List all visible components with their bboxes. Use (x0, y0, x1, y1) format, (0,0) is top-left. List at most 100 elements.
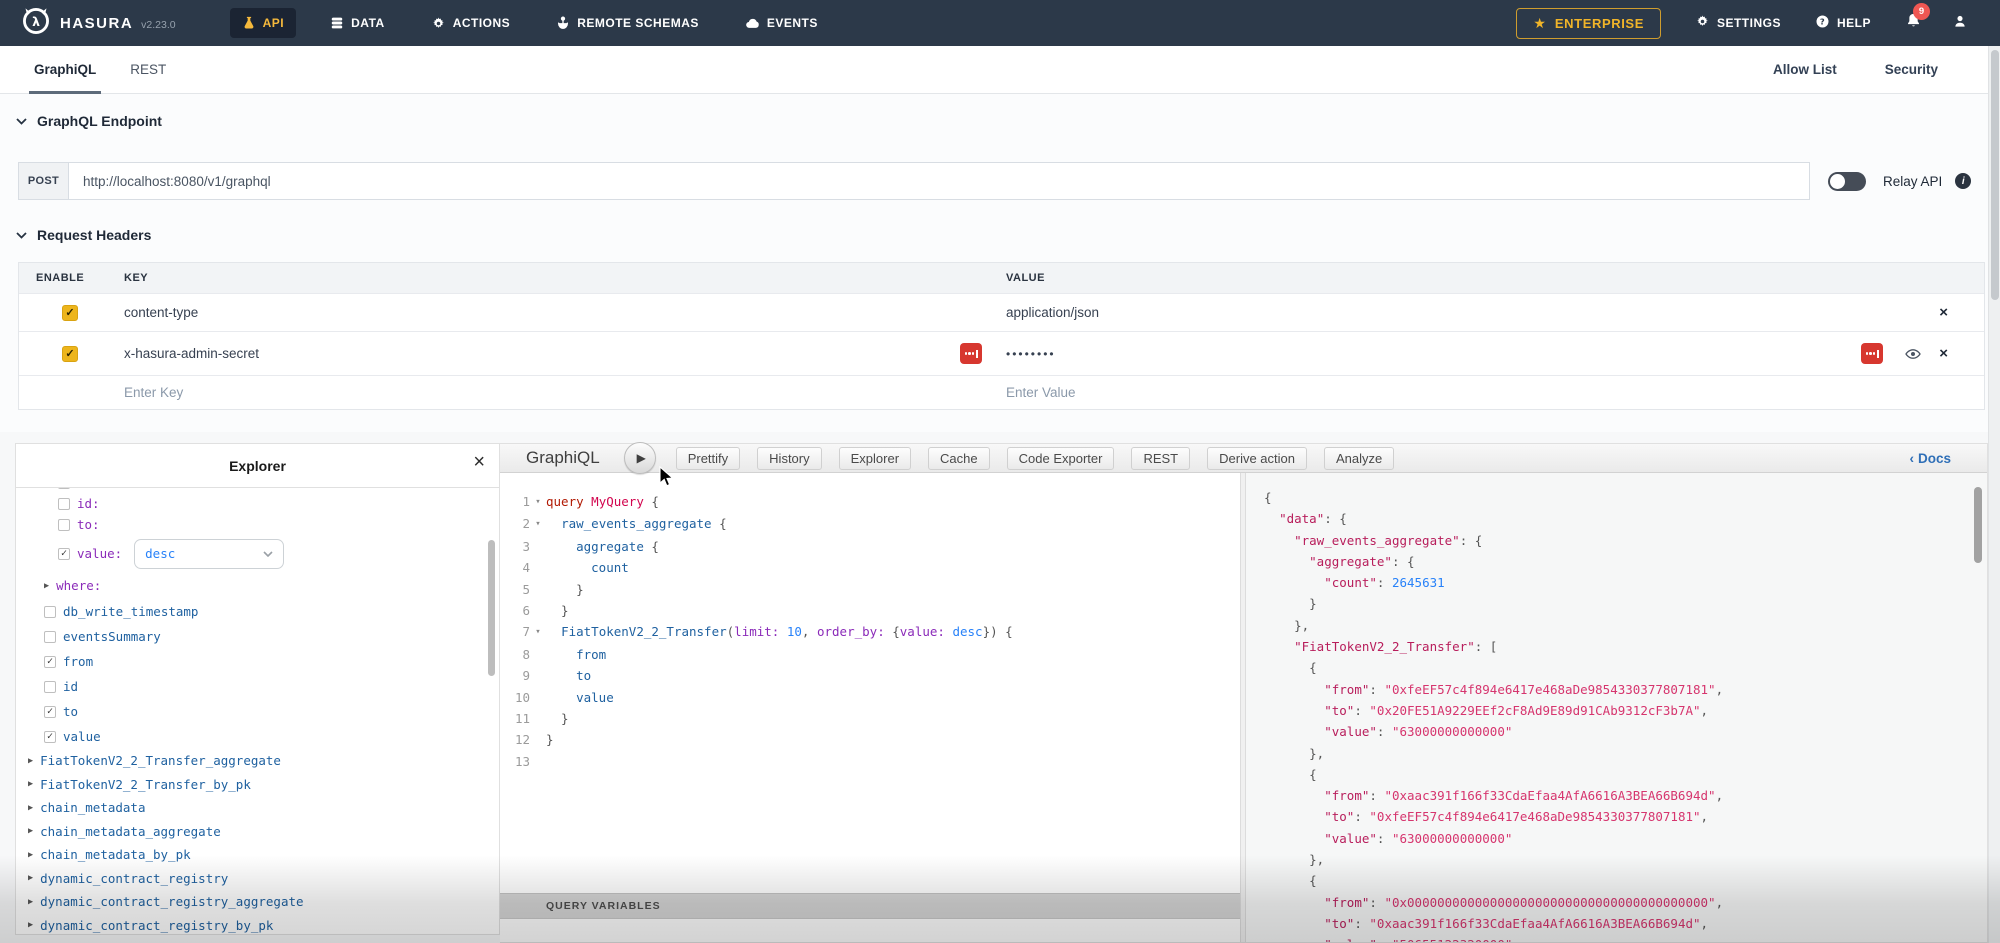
value-input[interactable]: Enter Value (1006, 385, 1076, 400)
toolbar-button-prettify[interactable]: Prettify (676, 447, 740, 470)
checkbox[interactable] (58, 488, 70, 489)
checkbox[interactable] (58, 498, 70, 510)
toolbar-button-code-exporter[interactable]: Code Exporter (1007, 447, 1115, 470)
response-scrollbar[interactable] (1974, 487, 1982, 563)
toolbar-button-cache[interactable]: Cache (928, 447, 990, 470)
nav-item-remote-schemas[interactable]: REMOTE SCHEMAS (544, 8, 711, 38)
explorer-arg-value[interactable]: ✓value:desc (16, 535, 499, 572)
explorer-field-value[interactable]: ✓value (16, 724, 499, 749)
root-field-label: dynamic_contract_registry (40, 871, 228, 886)
explorer-root-dynamic_contract_registry[interactable]: ▶dynamic_contract_registry (16, 867, 499, 891)
query-editor[interactable]: 1▾query MyQuery {2▾ raw_events_aggregate… (500, 473, 1240, 942)
nav-item-api[interactable]: API (230, 8, 297, 38)
explorer-expand-where[interactable]: ▶where: (16, 572, 499, 599)
explorer-arg-to[interactable]: to: (16, 514, 499, 535)
toolbar-button-analyze[interactable]: Analyze (1324, 447, 1394, 470)
toolbar-button-history[interactable]: History (757, 447, 821, 470)
fold-arrow-icon[interactable]: ▾ (530, 621, 546, 643)
toolbar-button-explorer[interactable]: Explorer (839, 447, 911, 470)
header-value-input[interactable]: •••••••• (1006, 347, 1056, 361)
query-line-12: 12} (500, 729, 1240, 750)
explorer-root-chain_metadata_aggregate[interactable]: ▶chain_metadata_aggregate (16, 820, 499, 844)
password-manager-icon[interactable] (960, 343, 982, 364)
gear-icon (1695, 14, 1710, 32)
explorer-arg-id[interactable]: id: (16, 493, 499, 514)
fold-arrow-icon[interactable]: ▾ (530, 491, 546, 513)
remove-header-icon[interactable]: × (1939, 346, 1948, 361)
field-label: to (63, 704, 78, 719)
user-menu-button[interactable] (1952, 13, 1968, 34)
explorer-field-db_write_timestamp[interactable]: db_write_timestamp (16, 599, 499, 624)
explorer-root-dynamic_contract_registry_by_pk[interactable]: ▶dynamic_contract_registry_by_pk (16, 914, 499, 935)
toolbar-button-derive-action[interactable]: Derive action (1207, 447, 1307, 470)
tab-graphiql[interactable]: GraphiQL (32, 46, 98, 94)
window-scrollbar[interactable] (1988, 46, 2000, 943)
link-security[interactable]: Security (1885, 62, 1938, 77)
query-line-5: 5 } (500, 579, 1240, 600)
explorer-root-FiatTokenV2_2_Transfer_aggregate[interactable]: ▶FiatTokenV2_2_Transfer_aggregate (16, 749, 499, 773)
explorer-root-FiatTokenV2_2_Transfer_by_pk[interactable]: ▶FiatTokenV2_2_Transfer_by_pk (16, 773, 499, 797)
header-value-input[interactable]: application/json (1006, 305, 1099, 320)
star-icon: ★ (1533, 16, 1546, 30)
explorer-root-chain_metadata[interactable]: ▶chain_metadata (16, 796, 499, 820)
enterprise-button[interactable]: ★ ENTERPRISE (1516, 8, 1661, 39)
settings-button[interactable]: SETTINGS (1695, 14, 1781, 32)
explorer-field-to[interactable]: ✓ to (16, 699, 499, 724)
docs-link[interactable]: ‹Docs (1909, 451, 1951, 466)
checkbox[interactable]: ✓ (44, 656, 56, 668)
graphql-endpoint-section-toggle[interactable]: GraphQL Endpoint (16, 112, 162, 130)
enterprise-label: ENTERPRISE (1555, 16, 1644, 31)
checkbox[interactable]: ✓ (44, 731, 56, 743)
api-tabbar: GraphiQL REST Allow List Security (0, 46, 2000, 94)
root-field-label: dynamic_contract_registry_aggregate (40, 894, 303, 909)
enable-checkbox[interactable]: ✓ (62, 305, 78, 321)
enable-checkbox[interactable]: ✓ (62, 346, 78, 362)
column-header-enable: ENABLE (19, 272, 106, 284)
explorer-scrollbar[interactable] (488, 540, 495, 676)
hasura-brand[interactable]: λ HASURA v2.23.0 (20, 5, 176, 42)
explorer-root-chain_metadata_by_pk[interactable]: ▶chain_metadata_by_pk (16, 843, 499, 867)
gears-icon (431, 16, 446, 31)
window-scrollbar-thumb[interactable] (1991, 50, 1999, 300)
header-key-input[interactable]: content-type (124, 305, 198, 320)
header-key-input[interactable]: x-hasura-admin-secret (124, 346, 259, 361)
query-variables-editor[interactable] (500, 920, 1240, 942)
execute-query-button[interactable]: ▶ (624, 442, 656, 474)
endpoint-url-input[interactable] (68, 162, 1810, 200)
relay-api-toggle[interactable] (1828, 172, 1866, 191)
response-line-16: "to": "0xfeEF57c4f894e6417e468aDe9854330… (1264, 806, 1987, 827)
toolbar-button-rest[interactable]: REST (1131, 447, 1190, 470)
link-allow-list[interactable]: Allow List (1773, 62, 1837, 77)
reveal-secret-eye-icon[interactable] (1905, 348, 1921, 360)
explorer-root-dynamic_contract_registry_aggregate[interactable]: ▶dynamic_contract_registry_aggregate (16, 890, 499, 914)
info-icon[interactable]: i (1955, 173, 1971, 189)
request-headers-section-toggle[interactable]: Request Headers (16, 226, 151, 244)
fold-arrow-icon[interactable]: ▾ (530, 513, 546, 535)
tab-rest[interactable]: REST (128, 46, 168, 94)
query-variables-bar[interactable]: QUERY VARIABLES (500, 893, 1240, 919)
response-line-9: { (1264, 657, 1987, 678)
notifications-button[interactable]: 9 (1905, 12, 1922, 34)
checkbox[interactable] (44, 606, 56, 618)
order-direction-select[interactable]: desc (134, 539, 284, 569)
explorer-field-from[interactable]: ✓from (16, 649, 499, 674)
explorer-field-eventsSummary[interactable]: eventsSummary (16, 624, 499, 649)
nav-item-actions[interactable]: ACTIONS (419, 8, 523, 39)
checkbox[interactable] (44, 631, 56, 643)
nav-item-data[interactable]: DATA (318, 8, 397, 38)
response-line-13: }, (1264, 743, 1987, 764)
checkbox[interactable] (44, 681, 56, 693)
password-manager-icon[interactable] (1861, 343, 1883, 364)
checkbox[interactable]: ✓ (58, 548, 70, 560)
nav-item-events[interactable]: EVENTS (733, 8, 830, 39)
query-line-2: 2▾ raw_events_aggregate { (500, 513, 1240, 535)
checkbox[interactable] (58, 519, 70, 531)
key-input[interactable]: Enter Key (124, 385, 183, 400)
explorer-field-id[interactable]: id (16, 674, 499, 699)
close-icon[interactable]: × (473, 452, 485, 472)
section-title: Request Headers (37, 227, 151, 243)
help-button[interactable]: ? HELP (1815, 14, 1871, 32)
remove-header-icon[interactable]: × (1939, 305, 1948, 320)
checkbox[interactable]: ✓ (44, 706, 56, 718)
response-line-7: }, (1264, 615, 1987, 636)
